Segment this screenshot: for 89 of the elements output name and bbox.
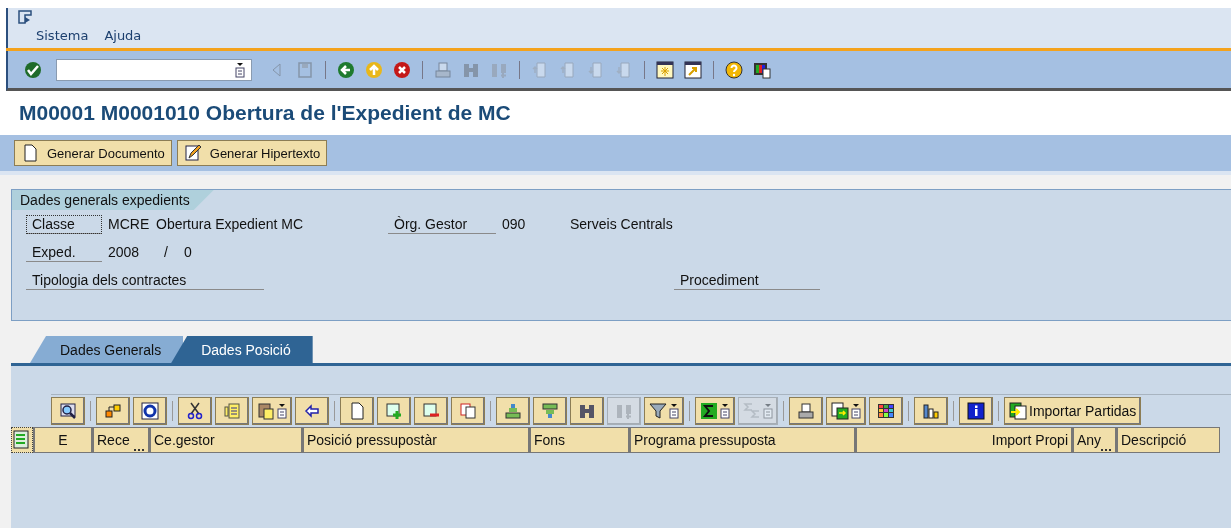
field-label: Tipologia dels contractes bbox=[26, 270, 264, 290]
toolbar-button[interactable] bbox=[654, 58, 676, 81]
select-all-button[interactable] bbox=[11, 427, 33, 453]
grid-toolbar-button[interactable] bbox=[914, 397, 948, 425]
sigma-icon bbox=[743, 402, 761, 420]
group-title: Dades generals expedients bbox=[12, 190, 214, 210]
hierarchy-icon bbox=[104, 402, 122, 420]
field-label: Classe bbox=[26, 214, 102, 234]
save-icon bbox=[296, 60, 314, 79]
tab[interactable]: Dades Generals bbox=[30, 336, 184, 363]
duplicate-icon bbox=[459, 402, 477, 420]
grid-toolbar-button[interactable] bbox=[695, 397, 735, 425]
stacked-bars-icon bbox=[504, 402, 522, 420]
column-header[interactable]: Posició pressupostàr bbox=[302, 427, 529, 453]
dropdown-icon bbox=[851, 403, 861, 419]
column-header[interactable]: Rece bbox=[92, 427, 149, 453]
grid-toolbar-button[interactable]: Importar Partidas bbox=[1004, 397, 1142, 425]
import-icon bbox=[1009, 402, 1027, 420]
page-arrow-icon bbox=[587, 60, 605, 79]
grid-toolbar-button[interactable] bbox=[178, 397, 212, 425]
column-header[interactable]: Descripció bbox=[1116, 427, 1220, 453]
page-arrow-icon bbox=[531, 60, 549, 79]
field-value: Obertura Expedient MC bbox=[155, 216, 305, 232]
toolbar-button[interactable]: Generar Documento bbox=[14, 140, 172, 166]
binoculars-plus-icon bbox=[615, 402, 633, 420]
field-value: 0 bbox=[183, 244, 192, 260]
column-header[interactable]: Programa pressuposta bbox=[629, 427, 855, 453]
toolbar-button[interactable] bbox=[723, 58, 745, 81]
page-icon bbox=[348, 402, 366, 420]
pencil-page-icon bbox=[183, 144, 202, 162]
tab[interactable]: Dades Posició bbox=[171, 336, 313, 363]
monitor-icon bbox=[753, 60, 771, 79]
checkmark-icon bbox=[24, 60, 42, 79]
page-arrow-icon bbox=[615, 60, 633, 79]
bar-chart-icon bbox=[922, 402, 940, 420]
column-header[interactable]: Ce.gestor bbox=[149, 427, 302, 453]
sigma-icon bbox=[700, 402, 718, 420]
up-arrow-icon bbox=[365, 60, 383, 79]
undo-arrow-icon bbox=[303, 402, 321, 420]
dropdown-icon bbox=[669, 403, 679, 419]
system-menu-icon[interactable] bbox=[18, 10, 32, 24]
copy-icon bbox=[223, 402, 241, 420]
grid-toolbar-button[interactable] bbox=[869, 397, 903, 425]
dropdown-icon bbox=[720, 403, 730, 419]
binoculars-icon bbox=[578, 402, 596, 420]
field-value: Serveis Centrals bbox=[569, 216, 673, 232]
column-header[interactable]: Import Propi bbox=[855, 427, 1072, 453]
column-header[interactable]: Any bbox=[1072, 427, 1116, 453]
cancel-icon bbox=[393, 60, 411, 79]
magnifier-icon bbox=[59, 402, 77, 420]
command-field[interactable] bbox=[56, 58, 252, 81]
help-icon bbox=[725, 60, 743, 79]
toolbar-button[interactable]: Generar Hipertexto bbox=[176, 140, 328, 166]
grid-toolbar-button[interactable] bbox=[133, 397, 167, 425]
menu-item[interactable]: Ajuda bbox=[104, 28, 142, 43]
scissors-icon bbox=[186, 402, 204, 420]
grid-toolbar-button[interactable] bbox=[959, 397, 993, 425]
delete-row-icon bbox=[422, 402, 440, 420]
field-label: Exped. bbox=[26, 242, 102, 262]
separator-text: / bbox=[163, 244, 169, 260]
dropdown-icon bbox=[277, 403, 287, 419]
grid-toolbar-button[interactable] bbox=[826, 397, 866, 425]
info-icon bbox=[967, 402, 985, 420]
page-arrow-icon bbox=[559, 60, 577, 79]
dropdown-icon bbox=[763, 403, 773, 419]
field-label: Procediment bbox=[674, 270, 820, 290]
filter-icon bbox=[649, 402, 667, 420]
insert-row-icon bbox=[385, 402, 403, 420]
field-label: Òrg. Gestor bbox=[388, 214, 496, 234]
grid-toolbar-button[interactable] bbox=[295, 397, 329, 425]
field-value: 2008 bbox=[107, 244, 141, 260]
print-icon bbox=[797, 402, 815, 420]
dropdown-icon bbox=[235, 61, 245, 78]
column-header[interactable]: E bbox=[33, 427, 92, 453]
column-header[interactable]: Fons bbox=[529, 427, 629, 453]
clipboard-icon bbox=[257, 402, 275, 420]
field-value: MCRE bbox=[107, 216, 150, 232]
export-icon bbox=[831, 402, 849, 420]
page-icon bbox=[21, 144, 39, 162]
grid-toolbar-button[interactable] bbox=[644, 397, 684, 425]
funnel-bars-icon bbox=[541, 402, 559, 420]
toolbar-button[interactable] bbox=[682, 58, 704, 81]
menu-item[interactable]: Sistema bbox=[36, 28, 89, 43]
grid-toolbar-button[interactable] bbox=[51, 397, 85, 425]
select-all-icon bbox=[13, 430, 31, 450]
field-value: 090 bbox=[501, 216, 527, 232]
grid-toolbar-button[interactable] bbox=[252, 397, 292, 425]
print-icon bbox=[434, 60, 452, 79]
table-icon bbox=[877, 402, 895, 420]
